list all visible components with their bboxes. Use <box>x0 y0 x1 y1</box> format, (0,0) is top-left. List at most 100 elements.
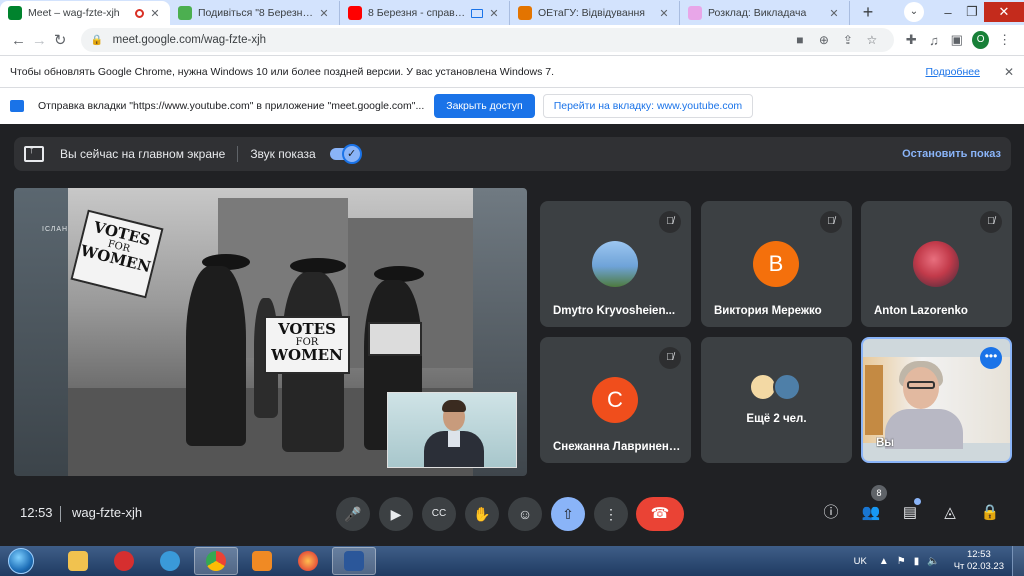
mic-off-icon: 🎙̸ <box>659 347 681 369</box>
participant-tile[interactable]: 🎙̸ В Виктория Мережко <box>701 201 852 327</box>
window-close-icon[interactable]: ✕ <box>984 2 1024 22</box>
camera-icon[interactable]: ■ <box>788 33 812 47</box>
leave-call-icon[interactable]: ☎ <box>636 497 684 531</box>
tab-close-icon[interactable]: ✕ <box>317 7 331 20</box>
volume-icon[interactable]: 🔈 <box>927 556 939 567</box>
self-tile[interactable]: ••• Вы <box>861 337 1012 463</box>
word-icon <box>344 551 364 571</box>
tab-schedule[interactable]: Розклад: Викладача ✕ <box>680 1 850 25</box>
ie-icon <box>160 551 180 571</box>
sidepanel-icon[interactable]: ▣ <box>945 32 968 48</box>
zoom-icon[interactable]: ⊕ <box>812 33 836 47</box>
participant-tile[interactable]: 🎙̸ Anton Lazorenko <box>861 201 1012 327</box>
avatar <box>592 241 638 287</box>
youtube-favicon-icon <box>348 6 362 20</box>
close-icon[interactable]: ✕ <box>1004 65 1014 79</box>
clock-date[interactable]: 12:53 Чт 02.03.23 <box>954 549 1004 573</box>
language-indicator[interactable]: UK <box>854 556 867 567</box>
participant-tile[interactable]: 🎙̸ С Снежанна Лавриненко <box>540 337 691 463</box>
taskbar-time: 12:53 <box>966 549 991 560</box>
lock-icon[interactable]: 🔒 <box>91 35 105 46</box>
tab-close-icon[interactable]: ✕ <box>148 7 162 20</box>
more-vert-icon[interactable]: ⋮ <box>594 497 628 531</box>
more-options-icon[interactable]: ••• <box>980 347 1002 369</box>
bookmark-star-icon[interactable]: ☆ <box>860 33 884 47</box>
tab-attendance[interactable]: ОЕтаГУ: Відвідування ✕ <box>510 1 680 25</box>
minimize-icon[interactable]: – <box>936 5 960 20</box>
present-now-icon[interactable]: ⇧ <box>551 497 585 531</box>
camera-icon[interactable]: ▶ <box>379 497 413 531</box>
host-controls-icon[interactable]: 🔒 <box>979 502 1001 524</box>
captions-icon[interactable]: CC <box>422 497 456 531</box>
restore-icon[interactable]: ❐ <box>960 4 984 20</box>
tab-podyvitsia[interactable]: Подивіться "8 Березня - справ ✕ <box>170 1 340 25</box>
people-count-badge: 8 <box>871 485 887 501</box>
participant-name: Снежанна Лавриненко <box>553 441 681 453</box>
menu-kebab-icon[interactable]: ⋮ <box>993 32 1016 48</box>
taskbar-word[interactable] <box>332 547 376 575</box>
participant-name: Anton Lazorenko <box>874 305 968 317</box>
tab-title: Розклад: Викладача <box>708 7 807 19</box>
presenter-hair <box>442 400 466 412</box>
tab-youtube[interactable]: 8 Березня - справжній зм ✕ <box>340 1 510 25</box>
presentation-stage[interactable]: ІСЛАНД VOTES FOR WOMEN VOTES FOR WOMEN <box>14 188 527 476</box>
taskbar-firefox[interactable] <box>286 547 330 575</box>
show-sound-label: Звук показа <box>250 147 316 161</box>
more-link[interactable]: Подробнее <box>925 66 979 78</box>
reload-icon[interactable]: ↻ <box>50 31 71 49</box>
stop-showing-button[interactable]: Остановить показ <box>902 148 1001 160</box>
emoji-icon[interactable]: ☺ <box>508 497 542 531</box>
tab-close-icon[interactable]: ✕ <box>827 7 841 20</box>
divider <box>237 146 239 162</box>
network-icon[interactable]: ▮ <box>914 556 920 567</box>
start-orb-icon[interactable] <box>8 548 34 574</box>
microphone-icon[interactable]: 🎤 <box>336 497 370 531</box>
placard-right <box>368 322 422 356</box>
avatar <box>773 373 801 401</box>
meeting-code: wag-fzte-xjh <box>72 505 143 520</box>
tab-meet[interactable]: Meet – wag-fzte-xjh ✕ <box>0 1 170 25</box>
tab-search-icon[interactable]: ⌄ <box>904 2 924 22</box>
info-icon[interactable]: ⓘ <box>820 502 842 524</box>
taskbar-media[interactable] <box>240 547 284 575</box>
self-torso <box>885 409 963 449</box>
tab-close-icon[interactable]: ✕ <box>657 7 671 20</box>
tab-title: Meet – wag-fzte-xjh <box>28 7 120 19</box>
media-icon[interactable]: ♫ <box>923 33 946 48</box>
url-text[interactable]: meet.google.com/wag-fzte-xjh <box>113 34 788 46</box>
divider <box>60 506 61 522</box>
back-icon[interactable]: ← <box>8 32 29 49</box>
people-icon[interactable]: 👥 <box>860 502 882 524</box>
participant-name: Вы <box>876 437 895 449</box>
cast-icon <box>471 8 483 18</box>
taskbar-chrome[interactable] <box>194 547 238 575</box>
new-tab-button[interactable]: + <box>856 1 880 25</box>
mic-off-icon: 🎙̸ <box>980 211 1002 233</box>
close-access-button[interactable]: Закрыть доступ <box>434 94 535 118</box>
extensions-icon[interactable]: ✚ <box>900 32 923 48</box>
placard-center: VOTES FOR WOMEN <box>264 316 350 374</box>
placard-line: VOTES <box>278 320 336 338</box>
goto-tab-button[interactable]: Перейти на вкладку: www.youtube.com <box>542 94 754 118</box>
address-bar[interactable]: 🔒 meet.google.com/wag-fzte-xjh ■ ⊕ ⇪ ☆ <box>80 28 894 52</box>
profile-avatar[interactable]: O <box>972 31 990 49</box>
tab-close-icon[interactable]: ✕ <box>487 7 501 20</box>
forward-icon[interactable]: → <box>29 32 50 49</box>
share-icon[interactable]: ⇪ <box>836 33 860 47</box>
activities-icon[interactable]: ◬ <box>939 502 961 524</box>
raise-hand-icon[interactable]: ✋ <box>465 497 499 531</box>
chrome-icon <box>206 551 226 571</box>
show-desktop-button[interactable] <box>1012 546 1024 576</box>
taskbar-explorer[interactable] <box>56 547 100 575</box>
chat-icon[interactable]: ▤ <box>899 502 921 524</box>
suffragette-figure <box>186 266 246 446</box>
taskbar-opera[interactable] <box>102 547 146 575</box>
show-sound-toggle[interactable]: ✓ <box>329 144 362 164</box>
participant-tile[interactable]: 🎙̸ Dmytro Kryvosheien... <box>540 201 691 327</box>
taskbar-ie[interactable] <box>148 547 192 575</box>
folder-icon <box>68 551 88 571</box>
flag-icon[interactable]: ⚑ <box>897 556 906 567</box>
tray-arrow-icon[interactable]: ▲ <box>879 556 889 567</box>
more-participants-tile[interactable]: Ещё 2 чел. <box>701 337 852 463</box>
self-video <box>863 357 1010 449</box>
